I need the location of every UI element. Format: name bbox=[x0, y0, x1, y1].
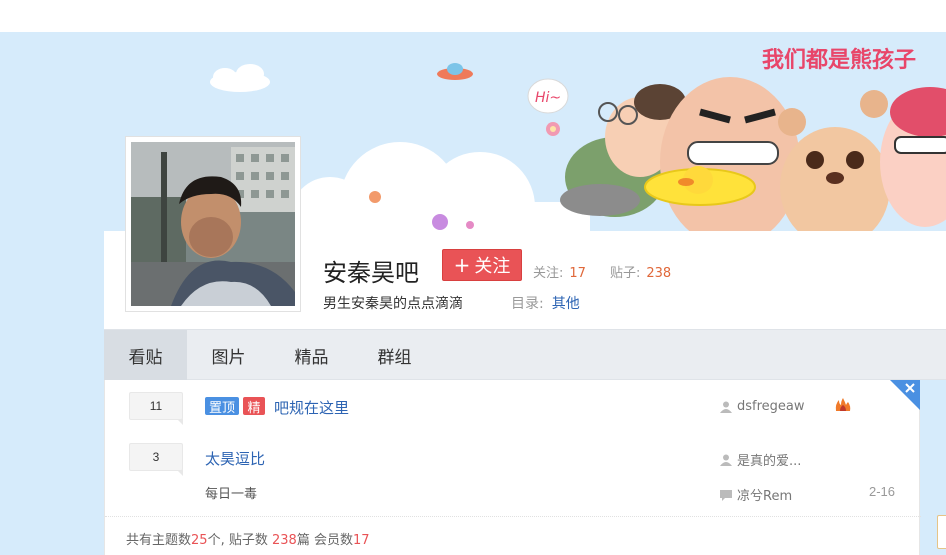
follow-stat-label: 关注: bbox=[533, 266, 564, 281]
posts-unit: 篇 bbox=[296, 533, 310, 548]
top-strip bbox=[0, 0, 946, 32]
forum-slogan: 男生安秦昊的点点滴滴 bbox=[323, 296, 463, 312]
fire-icon bbox=[835, 398, 851, 411]
user-icon bbox=[720, 401, 732, 413]
forum-tabs: 看贴 图片 精品 群组 bbox=[104, 329, 946, 380]
banner-slogan-art: 我们都是熊孩子 bbox=[762, 47, 916, 73]
user-icon bbox=[720, 454, 732, 466]
follow-stat-value: 17 bbox=[569, 266, 586, 281]
comment-icon bbox=[720, 489, 732, 501]
catalog-label: 目录: bbox=[511, 296, 544, 312]
tab-groups[interactable]: 群组 bbox=[353, 330, 436, 380]
avatar-photo bbox=[131, 142, 295, 306]
svg-text:Hi~: Hi~ bbox=[535, 90, 561, 106]
posts-value: 238 bbox=[272, 533, 297, 548]
close-corner-icon[interactable] bbox=[890, 380, 920, 410]
follow-stat: 关注: 17 bbox=[533, 262, 586, 281]
members-prefix: 会员数 bbox=[313, 533, 353, 548]
posts-stat-label: 贴子: bbox=[610, 266, 641, 281]
pinned-badge: 置顶 bbox=[205, 397, 239, 416]
last-reply-time: 2-16 bbox=[869, 484, 896, 499]
forum-avatar[interactable] bbox=[131, 142, 295, 306]
members-value: 17 bbox=[353, 533, 370, 548]
posts-stat-value: 238 bbox=[646, 266, 672, 281]
author-name: 是真的爱... bbox=[737, 454, 802, 469]
forum-summary: 共有主题数25个, 贴子数 238篇 会员数17 bbox=[126, 529, 370, 548]
ufo-icon bbox=[437, 63, 473, 80]
thread-title[interactable]: 太昊逗比 bbox=[205, 448, 265, 469]
list-divider bbox=[105, 516, 921, 517]
author-name: dsfregeaw bbox=[737, 399, 805, 414]
forum-avatar-frame[interactable] bbox=[125, 136, 301, 312]
tab-images[interactable]: 图片 bbox=[187, 330, 270, 380]
reply-count: 3 bbox=[129, 443, 183, 476]
last-reply-author[interactable]: 凉兮Rem bbox=[720, 485, 792, 504]
thread-title[interactable]: 吧规在这里 bbox=[274, 397, 349, 418]
topics-value: 25 bbox=[191, 533, 208, 548]
follow-button-label: 关注 bbox=[474, 256, 511, 277]
thread-list: 11 置顶 精 吧规在这里 dsfregeaw 3 太昊逗比 是真的爱... 每… bbox=[104, 380, 921, 555]
follow-button[interactable]: + 关注 bbox=[442, 249, 522, 281]
featured-badge: 精 bbox=[243, 397, 265, 416]
posts-prefix: 贴子数 bbox=[228, 533, 268, 548]
tab-featured[interactable]: 精品 bbox=[270, 330, 353, 380]
thread-author[interactable]: 是真的爱... bbox=[720, 450, 801, 469]
catalog-link[interactable]: 其他 bbox=[552, 296, 580, 312]
topics-unit: 个, bbox=[207, 533, 225, 548]
forum-name[interactable]: 安秦昊吧 bbox=[323, 253, 419, 288]
posts-stat: 贴子: 238 bbox=[610, 262, 671, 281]
last-reply-name: 凉兮Rem bbox=[737, 489, 793, 504]
side-widget-edge[interactable] bbox=[937, 515, 946, 549]
tab-posts[interactable]: 看贴 bbox=[104, 330, 187, 380]
thread-author[interactable]: dsfregeaw bbox=[720, 399, 805, 414]
thread-abstract: 每日一毒 bbox=[205, 487, 258, 502]
plus-icon: + bbox=[453, 253, 471, 277]
reply-count: 11 bbox=[129, 392, 183, 425]
topics-prefix: 共有主题数 bbox=[126, 533, 192, 548]
forum-catalog: 目录: 其他 bbox=[511, 293, 580, 313]
